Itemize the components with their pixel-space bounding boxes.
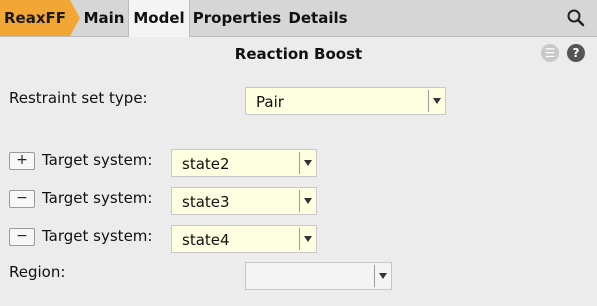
region-label: Region: <box>9 263 66 281</box>
restraint-set-type-label: Restraint set type: <box>9 89 148 107</box>
dropdown-arrow-icon <box>428 90 445 112</box>
dropdown-arrow-icon <box>299 190 316 212</box>
tab-main[interactable]: Main <box>80 0 128 36</box>
tab-properties[interactable]: Properties <box>190 0 284 36</box>
dropdown-arrow-icon <box>299 228 316 250</box>
target-system-select[interactable]: state2 <box>171 149 317 177</box>
target-system-label: Target system: <box>42 189 153 207</box>
menu-icon[interactable]: ☰ <box>541 44 559 62</box>
dropdown-arrow-icon <box>374 265 391 287</box>
restraint-set-type-value: Pair <box>256 93 284 111</box>
remove-target-button[interactable]: − <box>9 190 35 208</box>
target-system-label: Target system: <box>42 151 153 169</box>
region-select[interactable] <box>245 262 392 290</box>
remove-target-button[interactable]: − <box>9 228 35 246</box>
breadcrumb-reaxff[interactable]: ReaxFF <box>0 0 80 36</box>
search-icon[interactable] <box>566 8 586 28</box>
tab-details[interactable]: Details <box>286 0 350 36</box>
dropdown-arrow-icon <box>299 152 316 174</box>
target-system-label: Target system: <box>42 227 153 245</box>
target-system-value: state2 <box>182 155 230 173</box>
target-system-value: state3 <box>182 193 230 211</box>
tab-bar: ReaxFF Main Model Properties Details <box>0 0 597 37</box>
target-system-select[interactable]: state3 <box>171 187 317 215</box>
add-target-button[interactable]: + <box>9 152 35 170</box>
tab-model[interactable]: Model <box>128 0 190 37</box>
breadcrumb-label: ReaxFF <box>4 9 67 27</box>
target-system-select[interactable]: state4 <box>171 225 317 253</box>
panel-title: Reaction Boost <box>234 45 363 63</box>
help-icon[interactable]: ? <box>567 44 585 62</box>
restraint-set-type-select[interactable]: Pair <box>245 87 446 115</box>
target-system-value: state4 <box>182 231 230 249</box>
